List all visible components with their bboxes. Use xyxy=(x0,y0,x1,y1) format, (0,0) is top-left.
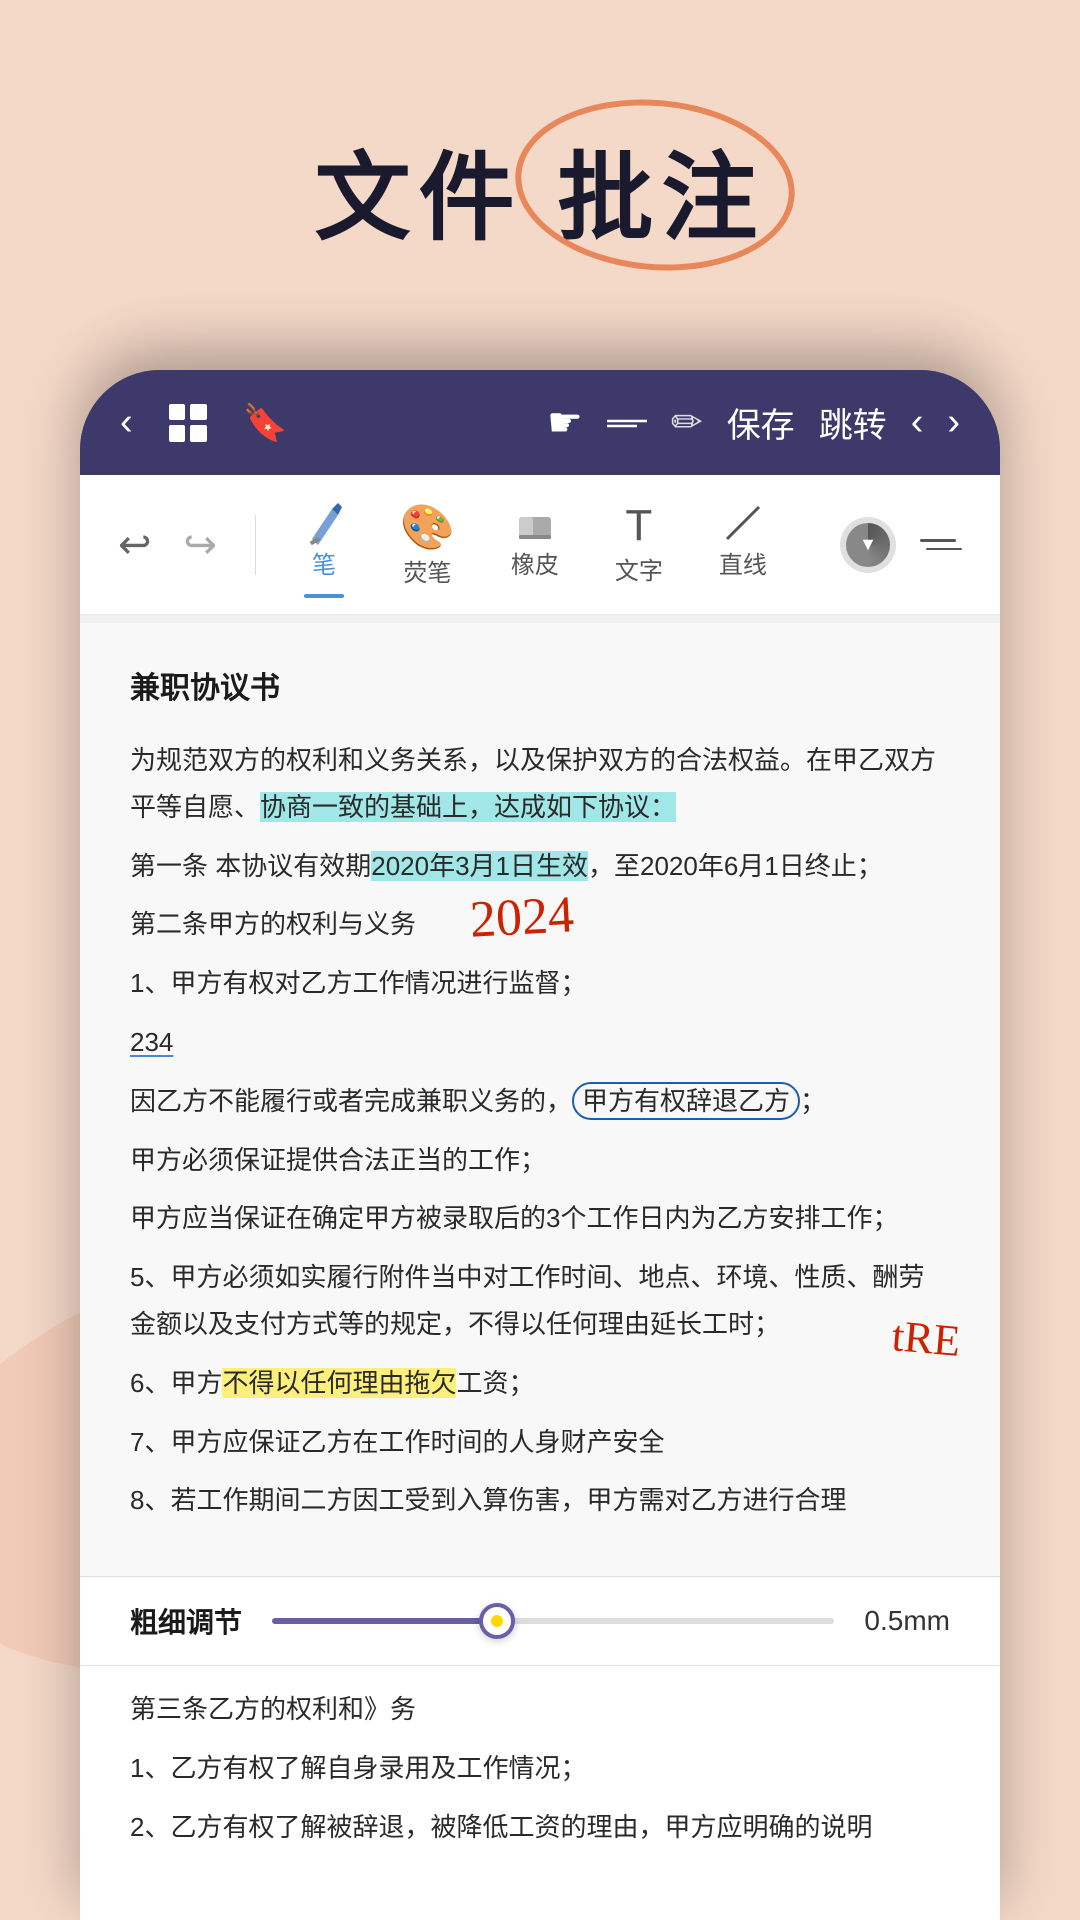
highlighter-label: 荧笔 xyxy=(403,553,451,588)
doc-para-1: 为规范双方的权利和义务关系，以及保护双方的合法权益。在甲乙双方平等自愿、协商一致… xyxy=(130,737,950,831)
phone-mockup: ‹ 🔖 ☛ ✏ 保存 跳转 ‹ › ↩ xyxy=(80,370,1000,1920)
prev-page-button[interactable]: ‹ xyxy=(911,401,924,444)
highlighter-icon: 🎨 xyxy=(400,501,455,553)
document-content-wrapper: 兼职协议书 为规范双方的权利和义务关系，以及保护双方的合法权益。在甲乙双方平等自… xyxy=(80,615,1000,1920)
line-icon xyxy=(721,501,765,545)
dropdown-arrow: ▼ xyxy=(859,534,877,555)
thickness-bar: 粗细调节 0.5mm xyxy=(80,1576,1000,1666)
content-top-shadow xyxy=(80,615,1000,623)
document-body-2: 第三条乙方的权利和》务 1、乙方有权了解自身录用及工作情况； 2、乙方有权了解被… xyxy=(130,1686,950,1850)
doc-para-14: 1、乙方有权了解自身录用及工作情况； xyxy=(130,1745,950,1792)
doc-para-10: 6、甲方不得以任何理由拖欠工资； xyxy=(130,1360,950,1407)
back-button[interactable]: ‹ xyxy=(120,401,133,444)
toolbar-right: ▼ xyxy=(840,517,970,573)
doc-para-15: 2、乙方有权了解被辞退，被降低工资的理由，甲方应明确的说明 xyxy=(130,1804,950,1851)
pen-icon xyxy=(304,501,344,545)
highlighter-tool[interactable]: 🎨 荧笔 xyxy=(372,491,483,598)
undo-redo-group: ↩ ↪ xyxy=(110,514,225,576)
eraser-icon xyxy=(513,501,557,545)
doc-para-8: 甲方应当保证在确定甲方被录取后的3个工作日内为乙方安排工作； xyxy=(130,1195,950,1242)
toolbar-divider xyxy=(255,515,256,575)
underline-234: 234 xyxy=(130,1027,173,1057)
eraser-tool[interactable]: 橡皮 xyxy=(483,491,587,598)
doc-para-13: 第三条乙方的权利和》务 xyxy=(130,1686,950,1733)
circle-annotation: 甲方有权辞退乙方 xyxy=(572,1082,800,1120)
doc-para-11: 7、甲方应保证乙方在工作时间的人身财产安全 xyxy=(130,1419,950,1466)
toolbar: ↩ ↪ 笔 🎨 荧笔 xyxy=(80,475,1000,615)
handwriting-signature: tRE xyxy=(888,1296,963,1381)
stroke-width-button[interactable] xyxy=(912,531,970,558)
redo-button[interactable]: ↪ xyxy=(176,514,226,576)
toolbar-tools: 笔 🎨 荧笔 橡皮 T xyxy=(276,491,830,598)
document-body: 为规范双方的权利和义务关系，以及保护双方的合法权益。在甲乙双方平等自愿、协商一致… xyxy=(130,737,950,1524)
thickness-label: 粗细调节 xyxy=(130,1601,242,1641)
doc-para-12: 8、若工作期间二方因工受到入算伤害，甲方需对乙方进行合理 xyxy=(130,1477,950,1524)
slider-thumb[interactable] xyxy=(479,1603,515,1639)
line-tool[interactable]: 直线 xyxy=(691,491,795,598)
save-button[interactable]: 保存 xyxy=(727,398,795,447)
doc-para-5: 234 xyxy=(130,1019,950,1066)
page-title: 文件 批注 xyxy=(315,120,766,259)
next-page-button[interactable]: › xyxy=(947,401,960,444)
text-tool[interactable]: T 文字 xyxy=(587,491,691,598)
stroke-line-thin xyxy=(926,548,962,550)
line-label: 直线 xyxy=(719,545,767,580)
doc-para-9: 5、甲方必须如实履行附件当中对工作时间、地点、环境、性质、酬劳金额以及支付方式等… xyxy=(130,1254,950,1348)
pen-header-icon[interactable]: ✏ xyxy=(671,400,703,445)
doc-para-7: 甲方必须保证提供合法正当的工作； xyxy=(130,1137,950,1184)
doc-para-6: 因乙方不能履行或者完成兼职义务的，甲方有权辞退乙方； xyxy=(130,1078,950,1125)
thickness-slider[interactable] xyxy=(272,1618,834,1624)
header-left: ‹ 🔖 xyxy=(120,401,287,444)
color-picker-inner: ▼ xyxy=(846,523,890,567)
app-header: ‹ 🔖 ☛ ✏ 保存 跳转 ‹ › xyxy=(80,370,1000,475)
pen-tool[interactable]: 笔 xyxy=(276,491,372,598)
handwriting-2024: 2024 xyxy=(468,869,577,968)
document-title: 兼职协议书 xyxy=(130,663,950,707)
eraser-label: 橡皮 xyxy=(511,545,559,580)
text-icon: T xyxy=(625,501,652,551)
hand-lines-icon xyxy=(607,418,647,428)
highlight-yellow: 不得以任何理由拖欠 xyxy=(222,1368,456,1398)
document-content[interactable]: 兼职协议书 为规范双方的权利和义务关系，以及保护双方的合法权益。在甲乙双方平等自… xyxy=(80,623,1000,1576)
jump-button[interactable]: 跳转 xyxy=(819,398,887,447)
thickness-value: 0.5mm xyxy=(864,1605,950,1637)
document-content-2[interactable]: 第三条乙方的权利和》务 1、乙方有权了解自身录用及工作情况； 2、乙方有权了解被… xyxy=(80,1666,1000,1902)
header-right: ☛ ✏ 保存 跳转 ‹ › xyxy=(547,398,960,447)
text-label: 文字 xyxy=(615,551,663,586)
color-picker-button[interactable]: ▼ xyxy=(840,517,896,573)
slider-fill xyxy=(272,1618,497,1624)
pen-label: 笔 xyxy=(312,545,336,580)
undo-button[interactable]: ↩ xyxy=(110,514,160,576)
document-section: 兼职协议书 为规范双方的权利和义务关系，以及保护双方的合法权益。在甲乙双方平等自… xyxy=(130,663,950,1524)
hand-tool-icon[interactable]: ☛ xyxy=(547,400,583,446)
bookmark-button[interactable]: 🔖 xyxy=(243,402,288,444)
doc-para-4: 1、甲方有权对乙方工作情况进行监督； xyxy=(130,960,950,1007)
title-area: 文件 批注 xyxy=(0,120,1080,259)
phone-inner: ‹ 🔖 ☛ ✏ 保存 跳转 ‹ › ↩ xyxy=(80,370,1000,1920)
grid-button[interactable] xyxy=(169,404,207,442)
slider-thumb-dot xyxy=(491,1615,503,1627)
stroke-line-thick xyxy=(920,539,956,542)
doc-para-3: 第二条甲方的权利与义务 2024 xyxy=(130,901,950,948)
highlight-cyan-1: 协商一致的基础上，达成如下协议： xyxy=(260,792,676,822)
